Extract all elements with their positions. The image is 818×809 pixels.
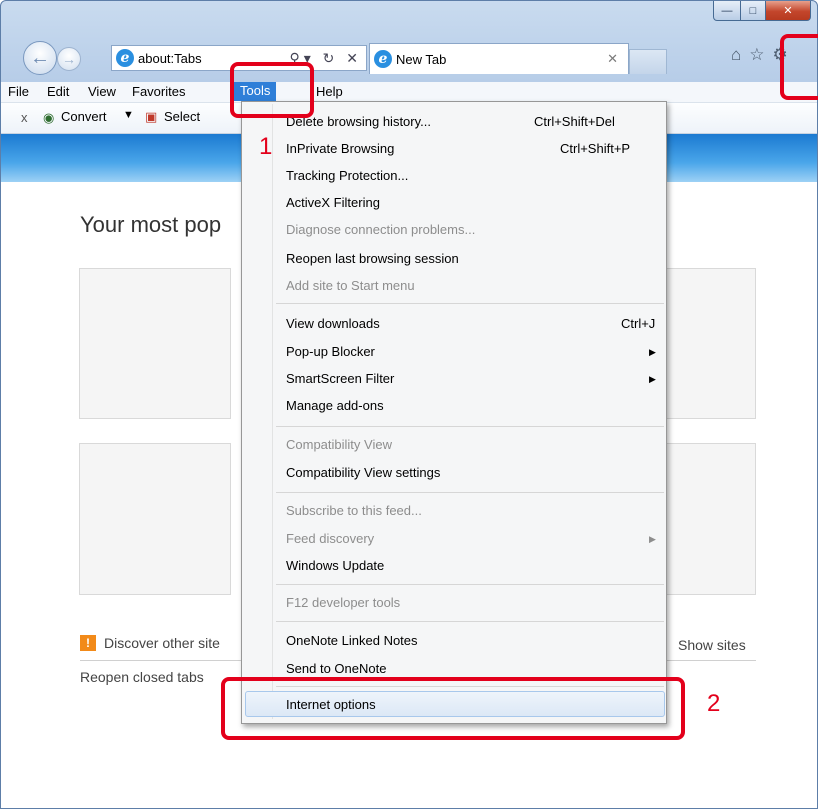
menu-item-manage-addons[interactable]: Manage add-ons xyxy=(286,398,384,413)
discover-text: Discover other site xyxy=(104,635,220,651)
lightbulb-icon: ! xyxy=(80,635,96,651)
navigation-bar: ← → e about:Tabs ⚲▾ ↻ ✕ e New Tab ✕ ⌂ ☆ … xyxy=(15,41,815,75)
menu-item-f12-developer-tools: F12 developer tools xyxy=(286,595,401,610)
menu-item-inprivate-browsing[interactable]: InPrivate Browsing xyxy=(286,141,394,156)
menu-separator xyxy=(276,621,664,622)
shortcut-label: Ctrl+Shift+P xyxy=(560,141,631,156)
minimize-button[interactable]: — xyxy=(713,1,741,21)
tab-title: New Tab xyxy=(396,51,447,67)
menu-item-tracking-protection[interactable]: Tracking Protection... xyxy=(286,168,408,183)
menu-item-feed-discovery: Feed discovery xyxy=(286,531,375,546)
reopen-closed-tabs-link[interactable]: Reopen closed tabs xyxy=(80,669,204,685)
convert-button[interactable]: Convert xyxy=(61,109,107,124)
menu-gutter xyxy=(272,104,273,719)
ie-logo-icon: e xyxy=(116,49,134,67)
submenu-arrow-icon: ▶ xyxy=(649,347,656,357)
shortcut-label: Ctrl+J xyxy=(621,316,656,331)
menu-separator xyxy=(276,426,664,427)
annotation-box-tools xyxy=(230,62,314,118)
menu-separator xyxy=(276,492,664,493)
select-button[interactable]: Select xyxy=(164,109,200,124)
menu-view[interactable]: View xyxy=(88,84,116,99)
site-tile[interactable] xyxy=(79,268,231,419)
page-heading: Your most pop xyxy=(80,212,222,237)
discover-link[interactable]: ! Discover other site xyxy=(80,635,220,651)
menu-item-add-site-to-start: Add site to Start menu xyxy=(286,278,415,293)
chevron-down-icon[interactable]: ▼ xyxy=(123,109,134,121)
submenu-arrow-icon: ▶ xyxy=(649,374,656,384)
annotation-number-1: 1 xyxy=(259,133,273,160)
ie-logo-icon: e xyxy=(374,50,392,68)
address-text: about:Tabs xyxy=(138,50,202,66)
forward-icon[interactable]: → xyxy=(57,47,81,71)
menu-separator xyxy=(276,584,664,585)
title-bar: — □ ✕ xyxy=(1,1,817,39)
menu-item-onenote-linked-notes[interactable]: OneNote Linked Notes xyxy=(286,633,418,648)
menu-favorites[interactable]: Favorites xyxy=(132,84,185,99)
menu-item-popup-blocker[interactable]: Pop-up Blocker xyxy=(286,344,375,359)
back-icon[interactable]: ← xyxy=(23,41,57,75)
menu-item-windows-update[interactable]: Windows Update xyxy=(286,558,384,573)
show-sites-link[interactable]: Show sites xyxy=(678,637,746,653)
menu-item-diagnose-connection: Diagnose connection problems... xyxy=(286,222,476,237)
menu-item-reopen-last-session[interactable]: Reopen last browsing session xyxy=(286,251,459,266)
menu-item-compatibility-view-settings[interactable]: Compatibility View settings xyxy=(286,465,440,480)
menu-item-smartscreen-filter[interactable]: SmartScreen Filter xyxy=(286,371,394,386)
shortcut-label: Ctrl+Shift+Del xyxy=(534,114,615,129)
maximize-button[interactable]: □ xyxy=(741,1,766,21)
menu-item-subscribe-feed: Subscribe to this feed... xyxy=(286,503,422,518)
new-tab-button[interactable] xyxy=(629,49,667,74)
annotation-box-internet-options xyxy=(221,677,685,740)
favorites-star-icon[interactable]: ☆ xyxy=(749,45,764,65)
menu-help[interactable]: Help xyxy=(316,84,343,99)
menu-separator xyxy=(276,303,664,304)
window-controls: — □ ✕ xyxy=(713,1,811,21)
close-toolbar-icon[interactable]: x xyxy=(21,110,28,125)
site-tile[interactable] xyxy=(79,443,231,595)
submenu-arrow-icon: ▶ xyxy=(649,534,656,544)
menu-item-activex-filtering[interactable]: ActiveX Filtering xyxy=(286,195,380,210)
menu-bar: File Edit View Favorites Tools Help xyxy=(1,82,817,103)
tools-menu: Delete browsing history... Ctrl+Shift+De… xyxy=(241,101,667,724)
menu-item-view-downloads[interactable]: View downloads xyxy=(286,316,380,331)
menu-item-send-to-onenote[interactable]: Send to OneNote xyxy=(286,661,386,676)
home-icon[interactable]: ⌂ xyxy=(731,45,741,65)
menu-file[interactable]: File xyxy=(8,84,29,99)
select-icon: ▣ xyxy=(145,109,158,124)
annotation-number-2: 2 xyxy=(707,690,721,717)
annotation-box-gear xyxy=(780,34,818,100)
tab-close-icon[interactable]: ✕ xyxy=(607,51,618,67)
close-button[interactable]: ✕ xyxy=(766,1,811,21)
menu-item-compatibility-view: Compatibility View xyxy=(286,437,392,452)
menu-edit[interactable]: Edit xyxy=(47,84,69,99)
tab-new-tab[interactable]: e New Tab ✕ xyxy=(369,43,629,74)
convert-icon: ◉ xyxy=(43,110,55,125)
